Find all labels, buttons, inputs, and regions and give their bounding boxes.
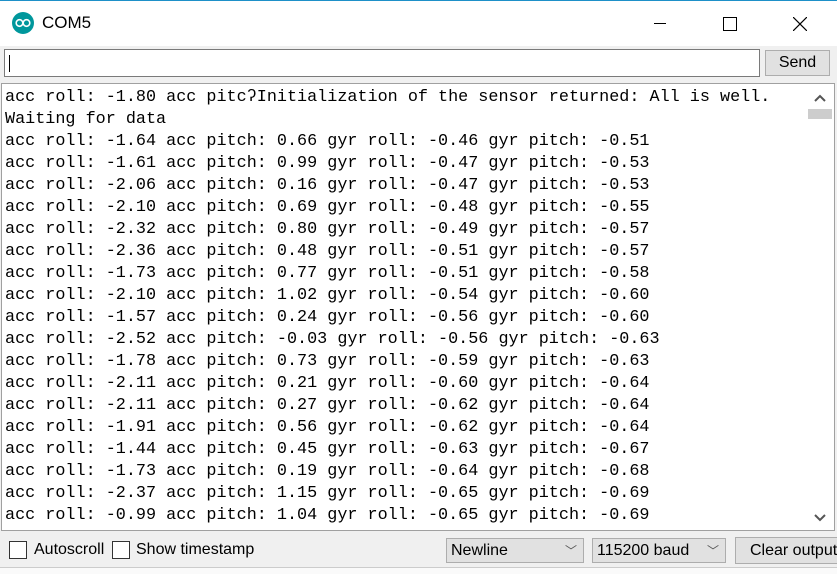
timestamp-label: Show timestamp — [136, 541, 255, 558]
output-line: acc roll: -1.78 acc pitch: 0.73 gyr roll… — [5, 352, 650, 371]
output-line: acc roll: -1.44 acc pitch: 0.45 gyr roll… — [5, 440, 650, 459]
output-line: acc roll: -2.37 acc pitch: 1.15 gyr roll… — [5, 484, 650, 503]
text-caret — [9, 55, 10, 72]
output-line: Waiting for data — [5, 110, 167, 129]
minimize-button[interactable] — [625, 1, 695, 46]
serial-output[interactable]: acc roll: -1.80 acc pitcʔInitialization … — [1, 83, 835, 531]
send-button[interactable]: Send — [765, 50, 830, 76]
output-line: acc roll: -2.52 acc pitch: -0.03 gyr rol… — [5, 330, 660, 349]
chevron-down-icon — [814, 514, 826, 522]
chevron-down-icon: ﹀ — [706, 544, 719, 558]
output-line: acc roll: -2.10 acc pitch: 0.69 gyr roll… — [5, 198, 650, 217]
scroll-down-button[interactable] — [808, 508, 832, 528]
output-line: acc roll: -2.10 acc pitch: 1.02 gyr roll… — [5, 286, 650, 305]
send-row: Send — [0, 46, 837, 82]
footer-bar: Autoscroll Show timestamp Newline ﹀ 1152… — [0, 533, 837, 567]
vertical-scrollbar[interactable] — [808, 84, 834, 530]
output-line: acc roll: -1.73 acc pitch: 0.77 gyr roll… — [5, 264, 650, 283]
clear-output-button[interactable]: Clear output — [735, 537, 837, 564]
autoscroll-label: Autoscroll — [34, 541, 105, 558]
chevron-up-icon — [814, 94, 826, 102]
close-button[interactable] — [765, 1, 835, 46]
minimize-icon — [654, 22, 666, 24]
scrollbar-thumb[interactable] — [808, 109, 832, 119]
autoscroll-checkbox[interactable] — [9, 541, 27, 559]
output-line: acc roll: -1.73 acc pitch: 0.19 gyr roll… — [5, 462, 650, 481]
title-bar: COM5 — [0, 0, 837, 46]
output-line: acc roll: -0.99 acc pitch: 1.04 gyr roll… — [5, 506, 650, 525]
output-line: acc roll: -1.64 acc pitch: 0.66 gyr roll… — [5, 132, 650, 151]
timestamp-checkbox[interactable] — [112, 541, 130, 559]
maximize-icon — [723, 16, 737, 31]
output-line: acc roll: -1.61 acc pitch: 0.99 gyr roll… — [5, 154, 650, 173]
output-line: acc roll: -2.06 acc pitch: 0.16 gyr roll… — [5, 176, 650, 195]
baud-rate-value: 115200 baud — [597, 542, 690, 559]
output-line: acc roll: -2.11 acc pitch: 0.21 gyr roll… — [5, 374, 650, 393]
arduino-icon — [12, 12, 34, 34]
output-line: acc roll: -2.11 acc pitch: 0.27 gyr roll… — [5, 396, 650, 415]
output-line: acc roll: -2.36 acc pitch: 0.48 gyr roll… — [5, 242, 650, 261]
output-lines: acc roll: -1.80 acc pitcʔInitialization … — [5, 87, 770, 527]
close-icon — [793, 16, 807, 31]
output-line: acc roll: -1.91 acc pitch: 0.56 gyr roll… — [5, 418, 650, 437]
scroll-up-button[interactable] — [808, 88, 832, 108]
chevron-down-icon: ﹀ — [564, 544, 577, 558]
line-ending-value: Newline — [451, 542, 508, 559]
line-ending-select[interactable]: Newline ﹀ — [446, 538, 584, 563]
window-title: COM5 — [42, 13, 92, 32]
baud-rate-select[interactable]: 115200 baud ﹀ — [592, 538, 726, 563]
serial-input[interactable] — [4, 49, 760, 77]
output-line: acc roll: -1.80 acc pitcʔInitialization … — [5, 88, 771, 107]
maximize-button[interactable] — [695, 1, 765, 46]
output-line: acc roll: -2.32 acc pitch: 0.80 gyr roll… — [5, 220, 650, 239]
output-line: acc roll: -1.57 acc pitch: 0.24 gyr roll… — [5, 308, 650, 327]
